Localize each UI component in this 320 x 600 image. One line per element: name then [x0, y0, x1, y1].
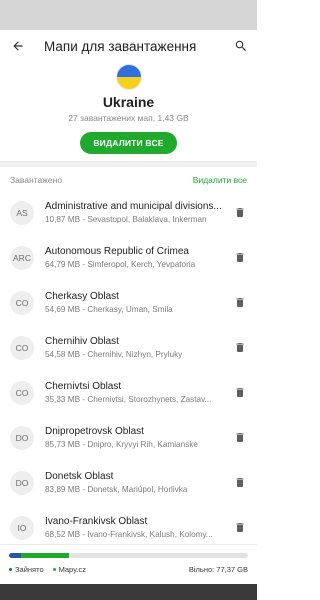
ukraine-flag-icon [115, 64, 142, 90]
back-arrow-icon[interactable] [10, 38, 26, 54]
list-item[interactable]: CO Chernihiv Oblast 54,58 MB - Chernihiv,… [0, 325, 257, 370]
region-avatar: CO [10, 335, 34, 360]
list-item[interactable]: DO Dnipropetrovsk Oblast 85,73 MB - Dnipr… [0, 415, 257, 460]
country-name: Ukraine [102, 94, 155, 110]
trash-icon[interactable] [232, 430, 248, 446]
list-item[interactable]: DO Donetsk Oblast 83,89 MB - Donetsk, Mar… [0, 460, 257, 505]
region-name: Chernihiv Oblast [45, 336, 119, 347]
region-name: Autonomous Republic of Crimea [45, 246, 189, 257]
free-space: Вільно: 77,37 GB [188, 565, 248, 574]
country-header: Ukraine 27 завантажених мап, 1,43 GB ВИД… [0, 62, 257, 154]
legend-app: Mapy.cz [52, 565, 86, 574]
legend-app-label: Mapy.cz [58, 565, 86, 574]
region-info: 10,87 MB - Sevastopol, Balaklava, Inkerm… [45, 215, 207, 224]
list-item[interactable]: IO Ivano-Frankivsk Oblast 68,52 MB - Ivan… [0, 505, 257, 544]
storage-usage-bar [9, 553, 248, 558]
storage-used-segment [9, 553, 21, 558]
region-avatar: ARC [10, 245, 34, 270]
trash-icon[interactable] [232, 475, 248, 491]
region-name: Chernivtsi Oblast [45, 381, 122, 392]
region-name: Dnipropetrovsk Oblast [45, 426, 144, 437]
delete-all-link[interactable]: Видалити все [193, 175, 247, 185]
app-bar: Мапи для завантаження [0, 30, 257, 62]
region-info: 54,58 MB - Chernihiv, Nizhyn, Pryluky [45, 350, 183, 359]
system-nav-bar [0, 584, 257, 600]
trash-icon[interactable] [232, 295, 248, 311]
search-icon[interactable] [233, 38, 249, 54]
storage-panel: Зайнято Mapy.cz Вільно: 77,37 GB [0, 544, 257, 584]
status-bar [0, 0, 257, 30]
region-info: 83,89 MB - Donetsk, Mariúpol, Horlivka [45, 485, 188, 494]
region-name: Administrative and municipal divisions..… [45, 201, 222, 212]
region-name: Ivano-Frankivsk Oblast [45, 516, 148, 527]
region-avatar: CO [10, 380, 34, 405]
region-name: Donetsk Oblast [45, 471, 114, 482]
storage-app-segment [20, 553, 69, 558]
downloaded-maps-list: AS Administrative and municipal division… [0, 190, 257, 544]
region-info: 35,33 MB - Chernivtsi, Storozhynets, Zas… [45, 395, 212, 404]
downloaded-summary: 27 завантажених мап, 1,43 GB [68, 113, 189, 123]
region-info: 68,52 MB - Ivano-Frankivsk, Kalush, Kolo… [45, 530, 213, 539]
region-name: Cherkasy Oblast [45, 291, 119, 302]
list-item[interactable]: AS Administrative and municipal division… [0, 190, 257, 235]
trash-icon[interactable] [232, 250, 248, 266]
list-item[interactable]: CO Cherkasy Oblast 54,69 MB - Cherkasy, U… [0, 280, 257, 325]
delete-all-button[interactable]: ВИДАЛИТИ ВСЕ [80, 132, 177, 154]
section-label: Завантажено [10, 175, 63, 185]
used-dot-icon [9, 568, 12, 571]
page-title: Мапи для завантаження [44, 38, 197, 54]
storage-legend: Зайнято Mapy.cz Вільно: 77,37 GB [9, 565, 248, 574]
trash-icon[interactable] [232, 385, 248, 401]
legend-used-label: Зайнято [15, 565, 44, 574]
region-info: 85,73 MB - Dnipro, Kryvyi Rih, Kamianske [45, 440, 198, 449]
region-info: 64,79 MB - Simferopol, Kerch, Yevpatoria [45, 260, 196, 269]
region-avatar: DO [10, 425, 34, 450]
trash-icon[interactable] [232, 520, 248, 536]
trash-icon[interactable] [232, 205, 248, 221]
list-item[interactable]: CO Chernivtsi Oblast 35,33 MB - Chernivts… [0, 370, 257, 415]
region-avatar: AS [10, 200, 34, 225]
app-dot-icon [52, 568, 56, 571]
list-item[interactable]: ARC Autonomous Republic of Crimea 64,79 M… [0, 235, 257, 280]
region-avatar: IO [10, 515, 34, 540]
legend-used: Зайнято [9, 565, 44, 574]
region-info: 54,69 MB - Cherkasy, Uman, Smila [45, 305, 173, 314]
region-avatar: DO [10, 470, 34, 495]
region-avatar: CO [10, 290, 34, 315]
trash-icon[interactable] [232, 340, 248, 356]
